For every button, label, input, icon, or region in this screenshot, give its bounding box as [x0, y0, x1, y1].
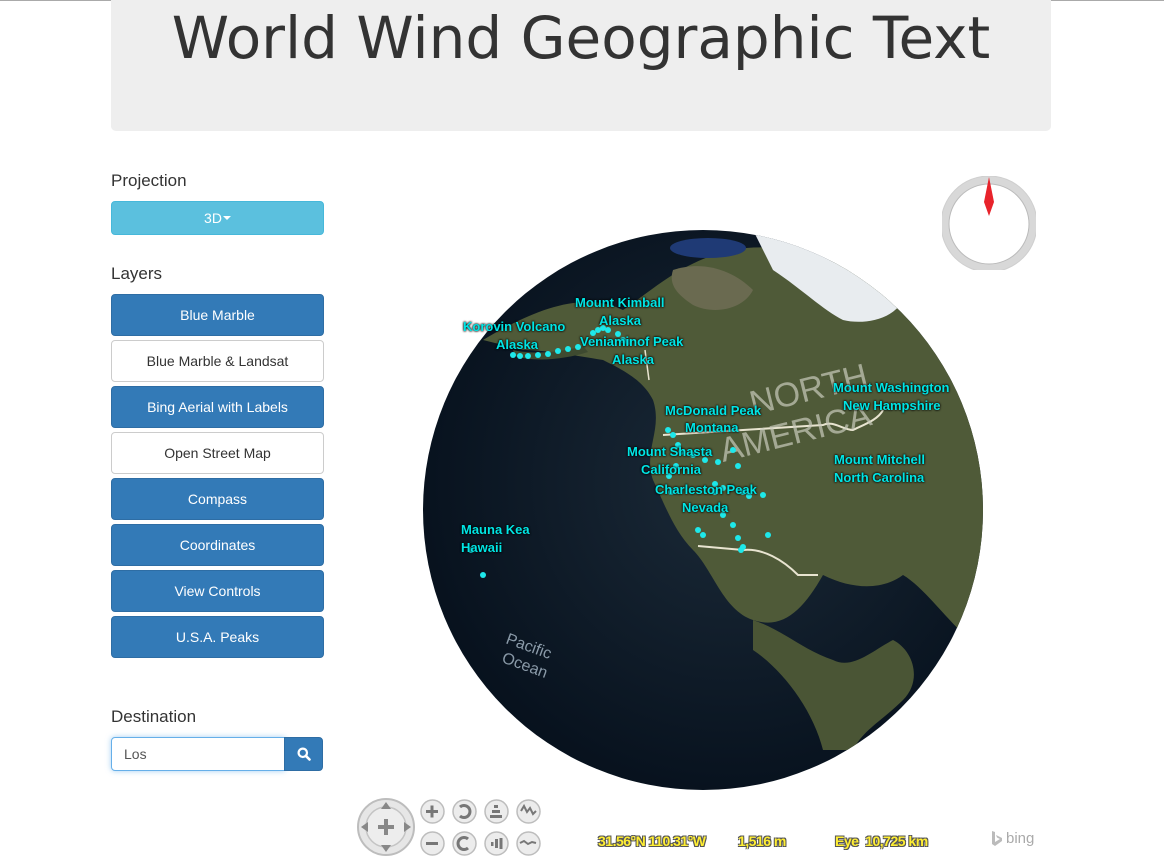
layer-label: View Controls: [174, 583, 261, 599]
peak-marker: [555, 348, 561, 354]
destination-label: Destination: [111, 707, 197, 726]
peak-marker: [480, 572, 486, 578]
exaggeration-down-icon[interactable]: [516, 831, 541, 856]
peak-marker: [670, 432, 676, 438]
placemark-name: Charleston Peak: [655, 482, 757, 497]
layer-button-blue-marble[interactable]: Blue Marble: [111, 294, 324, 336]
layer-label: U.S.A. Peaks: [175, 629, 260, 645]
layer-label: Blue Marble & Landsat: [146, 353, 289, 369]
bing-text: bing: [1006, 830, 1035, 847]
peak-marker: [715, 459, 721, 465]
caret-down-icon: [222, 216, 231, 220]
peak-marker: [695, 527, 701, 533]
peak-marker: [535, 352, 541, 358]
layer-label: Compass: [187, 491, 248, 507]
globe-canvas[interactable]: NORTH AMERICA Pacific Ocean Mount Kimbal…: [423, 230, 983, 790]
compass-icon[interactable]: [942, 176, 1036, 270]
peak-marker: [730, 522, 736, 528]
placemark-region: Alaska: [496, 337, 538, 352]
search-icon: [297, 747, 311, 761]
layer-button-open-street-map[interactable]: Open Street Map: [111, 432, 324, 474]
layer-button-bing-aerial[interactable]: Bing Aerial with Labels: [111, 386, 324, 428]
peak-marker: [760, 492, 766, 498]
layer-button-usa-peaks[interactable]: U.S.A. Peaks: [111, 616, 324, 658]
peak-marker: [510, 352, 516, 358]
eye-altitude: 10,725 km: [865, 833, 928, 849]
rotate-cw-icon[interactable]: [452, 831, 477, 856]
layer-button-blue-marble-landsat[interactable]: Blue Marble & Landsat: [111, 340, 324, 382]
layer-label: Coordinates: [179, 537, 256, 553]
zoom-out-icon[interactable]: [420, 831, 445, 856]
placemark-name: Korovin Volcano: [463, 319, 566, 334]
exaggeration-up-icon[interactable]: [516, 799, 541, 824]
bing-logo-icon: [992, 830, 1002, 846]
peak-marker: [738, 547, 744, 553]
tilt-up-icon[interactable]: [484, 799, 509, 824]
peak-marker: [700, 532, 706, 538]
peak-marker: [735, 463, 741, 469]
peak-marker: [525, 353, 531, 359]
layer-label: Open Street Map: [164, 445, 271, 461]
placemark-region: Montana: [685, 420, 739, 435]
layer-button-coordinates[interactable]: Coordinates: [111, 524, 324, 566]
layers-label: Layers: [111, 264, 163, 283]
page-header: World Wind Geographic Text: [111, 0, 1051, 131]
eye-altitude-readout: Eye 10,725 km: [835, 833, 928, 849]
peak-marker: [765, 532, 771, 538]
placemark-name: McDonald Peak: [665, 403, 762, 418]
elevation: 1,516 m: [738, 833, 786, 849]
placemark-region: New Hampshire: [843, 398, 941, 413]
bing-attribution: bing: [991, 830, 1034, 847]
rotate-ccw-icon[interactable]: [452, 799, 477, 824]
peak-marker: [565, 346, 571, 352]
placemark-region: Alaska: [612, 352, 654, 367]
peak-marker: [545, 351, 551, 357]
placemark-region: North Carolina: [834, 470, 925, 485]
projection-label: Projection: [111, 171, 187, 190]
polar-cap: [670, 238, 746, 258]
layer-button-compass[interactable]: Compass: [111, 478, 324, 520]
destination-input[interactable]: [111, 737, 285, 771]
placemark-region: Alaska: [599, 313, 641, 328]
layer-label: Blue Marble: [180, 307, 255, 323]
tilt-down-icon[interactable]: [484, 831, 509, 856]
placemark-region: Hawaii: [461, 540, 503, 555]
page-title: World Wind Geographic Text: [171, 4, 991, 72]
placemark-region: Nevada: [682, 500, 729, 515]
pan-control[interactable]: [356, 797, 416, 857]
placemark-region: California: [641, 462, 701, 477]
latitude: 31.56°N: [598, 833, 646, 849]
longitude: 110.31°W: [648, 833, 706, 849]
projection-dropdown[interactable]: 3D: [111, 201, 324, 235]
zoom-in-icon[interactable]: [420, 799, 445, 824]
destination-search-button[interactable]: [284, 737, 323, 771]
peak-marker: [665, 427, 671, 433]
placemark-name: Mount Mitchell: [834, 452, 925, 467]
placemark-name: Mount Shasta: [627, 444, 713, 459]
placemark-name: Mount Washington: [833, 380, 950, 395]
coordinates-latlon: 31.56°N 110.31°W: [598, 833, 706, 849]
peak-marker: [517, 353, 523, 359]
placemark-name: Mount Kimball: [575, 295, 665, 310]
peak-marker: [730, 447, 736, 453]
peak-marker: [735, 535, 741, 541]
placemark-name: Veniaminof Peak: [580, 334, 684, 349]
placemark-name: Mauna Kea: [461, 522, 530, 537]
layer-label: Bing Aerial with Labels: [147, 399, 288, 415]
projection-selected: 3D: [204, 210, 222, 226]
eye-label: Eye: [835, 833, 859, 849]
layer-button-view-controls[interactable]: View Controls: [111, 570, 324, 612]
